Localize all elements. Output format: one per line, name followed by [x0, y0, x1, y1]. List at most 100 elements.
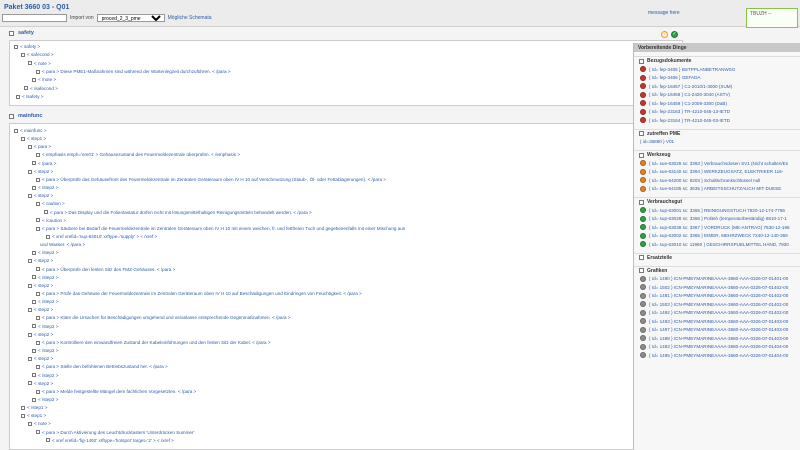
collapse-toggle-icon[interactable] — [639, 58, 644, 64]
xml-node[interactable]: < note > — [28, 421, 51, 427]
xml-node[interactable]: < /step2 > — [32, 373, 58, 379]
collapse-toggle-icon[interactable] — [639, 255, 644, 260]
xml-node[interactable]: < step2 > — [28, 332, 53, 338]
node-toggle-icon[interactable] — [28, 422, 32, 427]
panel-list-item[interactable]: { Id= sup-63028 sc: 3366 } Politeh (temp… — [634, 215, 800, 224]
panel-list-item[interactable]: { Id= sue-64200 sc: 6203 } Schaltschrank… — [634, 176, 800, 185]
xml-node[interactable]: < step1 > — [21, 413, 46, 419]
xml-node[interactable]: < /safety > — [16, 94, 43, 100]
panel-list-item[interactable]: { id=36880 } V01 — [634, 138, 800, 147]
node-toggle-icon[interactable] — [36, 69, 40, 74]
node-toggle-icon[interactable] — [16, 94, 20, 99]
node-toggle-icon[interactable] — [36, 316, 40, 321]
node-toggle-icon[interactable] — [21, 405, 25, 410]
node-toggle-icon[interactable] — [36, 226, 40, 231]
node-toggle-icon[interactable] — [14, 128, 18, 133]
panel-list-item[interactable]: { Id= sup-63010 sc: 11960 } GESCHIRRSPUE… — [634, 240, 800, 249]
node-toggle-icon[interactable] — [28, 356, 32, 361]
panel-list-item[interactable]: { Id= 1493 } ICN-PMEYMARINEAAAA-3660-AAA… — [634, 317, 800, 326]
xml-node[interactable]: < /step2 > — [32, 299, 58, 305]
xml-node[interactable]: < xref xrefid='sup-63010' xrftype='suppl… — [46, 234, 157, 240]
collapse-toggle-icon[interactable] — [639, 199, 644, 205]
xml-node[interactable]: < para > Prüfe das Gehäuse der Feuermeld… — [36, 291, 362, 297]
panel-list-item[interactable]: { Id= sue-63026 sc: 3393 } Verbrauchsdos… — [634, 159, 800, 168]
import-select[interactable]: proced_2_3_pme — [96, 14, 165, 22]
node-toggle-icon[interactable] — [36, 153, 40, 158]
panel-list-item[interactable]: { Id= 1495 } ICN-PMEYMARINEAAAA-3660-AAA… — [634, 351, 800, 360]
schema-link[interactable]: Mögliche Schemata — [168, 15, 212, 21]
node-toggle-icon[interactable] — [36, 202, 40, 207]
xml-node[interactable]: < para > Säubere bei Bedarf die Feuermel… — [36, 226, 405, 232]
node-toggle-icon[interactable] — [28, 169, 32, 174]
node-toggle-icon[interactable] — [28, 381, 32, 386]
xml-node[interactable]: < step2 > — [28, 283, 53, 289]
panel-list-item[interactable]: { Id= sup-63001 sc: 3365 } REINIGUNGSTUC… — [634, 206, 800, 215]
xml-node[interactable]: < step2 > — [28, 169, 53, 175]
node-toggle-icon[interactable] — [32, 161, 36, 166]
xml-node[interactable]: < xref xrefid='fig-1492' xrftype='hotspo… — [46, 438, 174, 444]
panel-group-header[interactable]: Werkzeug — [634, 150, 800, 159]
node-toggle-icon[interactable] — [36, 430, 40, 435]
panel-group-header[interactable]: Ersatzteile — [634, 252, 800, 262]
xml-node[interactable]: < /step2 > — [32, 348, 58, 354]
xml-node[interactable]: < /step2 > — [32, 275, 58, 281]
xml-node[interactable]: < step2 > — [28, 356, 53, 362]
panel-list-item[interactable]: { Id= 1502 } ICN-PMEYMARINEAAAA-3660-AAA… — [634, 283, 800, 292]
panel-group-header[interactable]: Grafiken — [634, 265, 800, 275]
xml-node[interactable]: < step2 > — [28, 307, 53, 313]
node-toggle-icon[interactable] — [46, 438, 50, 443]
xml-node[interactable]: < note > — [28, 61, 51, 67]
xml-node[interactable]: < safecond > — [21, 52, 54, 58]
node-toggle-icon[interactable] — [28, 61, 32, 66]
xml-node[interactable]: < caution > — [36, 201, 65, 207]
panel-group-header[interactable]: Verbrauchsgut — [634, 197, 800, 206]
node-toggle-icon[interactable] — [14, 44, 18, 49]
panel-group-header[interactable]: zutreffen PME — [634, 128, 800, 138]
node-toggle-icon[interactable] — [32, 324, 36, 329]
panel-list-item[interactable]: { Id= 1490 } ICN-PMEYMARINEAAAA-3660-AAA… — [634, 275, 800, 284]
node-toggle-icon[interactable] — [32, 397, 36, 402]
xml-node[interactable]: < /note > — [32, 77, 56, 83]
xml-node[interactable]: < para > Durch Aktivierung des Leuchtdru… — [36, 430, 194, 436]
node-toggle-icon[interactable] — [32, 275, 36, 280]
xml-node[interactable]: < para > Melde festgestellte Mängel dem … — [36, 389, 196, 395]
node-toggle-icon[interactable] — [32, 185, 36, 190]
node-toggle-icon[interactable] — [32, 348, 36, 353]
node-toggle-icon[interactable] — [44, 210, 48, 215]
xml-node[interactable]: < /step2 > — [32, 185, 58, 191]
panel-list-item[interactable]: { Id= sup-63002 sc: 3365 } EIMER, MEHRZW… — [634, 232, 800, 241]
panel-list-item[interactable]: { Id= 1492 } ICN-PMEYMARINEAAAA-3660-AAA… — [634, 309, 800, 318]
help-icon[interactable]: ? — [661, 31, 668, 38]
panel-list-item[interactable]: { Id= fep-16459 } C1-2009-3300 (DaB) — [634, 99, 800, 108]
xml-node[interactable]: < para > Überprüfe den festen Sitz des F… — [36, 267, 175, 273]
panel-group-header[interactable]: Bezugsdokumente — [634, 56, 800, 65]
panel-list-item[interactable]: { Id= 1481 } ICN-PMEYMARINEAAAA-3660-AAA… — [634, 292, 800, 301]
node-toggle-icon[interactable] — [21, 414, 25, 419]
collapse-toggle-icon[interactable] — [9, 30, 14, 36]
xml-node[interactable]: < para > Überprüfe das Gehäusefront des … — [36, 177, 386, 183]
xml-node[interactable]: < /para > — [32, 161, 56, 167]
xml-node[interactable]: < safety > — [14, 44, 40, 50]
panel-list-item[interactable]: { Id= fep-23164 } TR-4210-045-03-IETD — [634, 116, 800, 125]
node-toggle-icon[interactable] — [24, 86, 28, 91]
node-toggle-icon[interactable] — [36, 177, 40, 182]
check-icon[interactable]: ✓ — [671, 31, 678, 38]
xml-node[interactable]: < para > Kläre die Ursachen für Beschädi… — [36, 315, 290, 321]
node-toggle-icon[interactable] — [28, 283, 32, 288]
node-toggle-icon[interactable] — [32, 77, 36, 82]
search-input[interactable] — [2, 14, 67, 22]
xml-node[interactable]: < step1 > — [21, 136, 46, 142]
xml-node[interactable]: < /caution > — [36, 218, 66, 224]
mainfunc-section-header[interactable]: mainfunc — [9, 111, 42, 121]
panel-list-item[interactable]: { Id= fep-3405 } BSTPPLANBETRANWSG — [634, 65, 800, 74]
xml-node[interactable]: < /step1 > — [21, 405, 47, 411]
collapse-toggle-icon[interactable] — [639, 131, 644, 136]
node-toggle-icon[interactable] — [36, 267, 40, 272]
node-toggle-icon[interactable] — [36, 291, 40, 296]
node-toggle-icon[interactable] — [32, 251, 36, 256]
node-toggle-icon[interactable] — [36, 389, 40, 394]
xml-node[interactable]: < emphasis emph='em01' > Gehäusezustand … — [36, 152, 240, 158]
node-toggle-icon[interactable] — [21, 136, 25, 141]
xml-node[interactable]: < para > — [28, 144, 51, 150]
node-toggle-icon[interactable] — [28, 308, 32, 313]
